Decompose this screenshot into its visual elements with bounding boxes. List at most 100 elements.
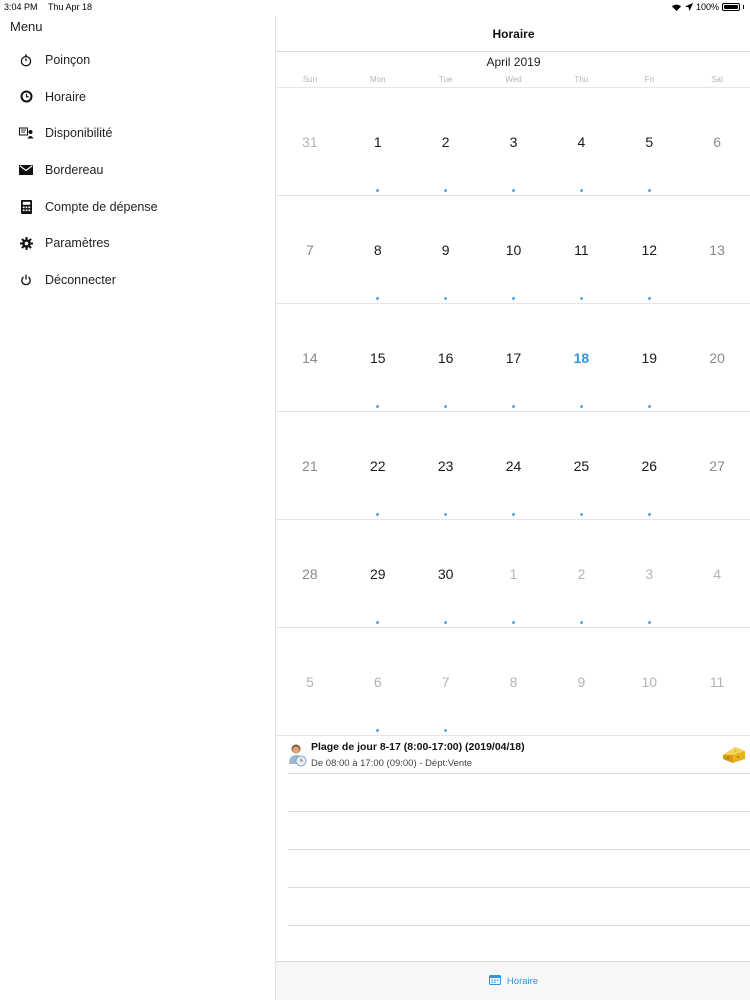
day-number: 9 — [577, 674, 586, 690]
calendar-day[interactable]: 15 — [344, 304, 412, 411]
calendar-day[interactable]: 24 — [480, 412, 548, 519]
calendar-day[interactable]: 11 — [547, 196, 615, 303]
calendar-day[interactable]: 13 — [683, 196, 750, 303]
calendar-day[interactable]: 12 — [615, 196, 683, 303]
sidebar-item-horaire[interactable]: Horaire — [0, 79, 275, 116]
event-indicator-dot — [444, 621, 448, 624]
event-indicator-dot — [444, 189, 448, 192]
calendar-day[interactable]: 3 — [480, 88, 548, 195]
day-number: 9 — [441, 242, 450, 258]
calendar-day[interactable]: 11 — [683, 628, 750, 735]
calendar-day[interactable]: 27 — [683, 412, 750, 519]
calendar-day[interactable]: 31 — [276, 88, 344, 195]
calendar-day[interactable]: 16 — [412, 304, 480, 411]
day-number: 1 — [373, 134, 382, 150]
sidebar-item-compte-de-depense[interactable]: Compte de dépense — [0, 188, 275, 225]
sidebar-item-poincon[interactable]: Poinçon — [0, 42, 275, 79]
calendar-day[interactable]: 22 — [344, 412, 412, 519]
calendar-day[interactable]: 25 — [547, 412, 615, 519]
battery-tip — [743, 5, 744, 9]
day-number: 24 — [505, 458, 522, 474]
availability-icon — [18, 125, 34, 141]
calendar-week-row: 5 6 7 8 9 10 11 — [276, 628, 750, 736]
day-number: 2 — [577, 566, 586, 582]
event-indicator-dot — [376, 513, 380, 516]
event-indicator-dot — [647, 405, 651, 408]
event-indicator-dot — [512, 405, 515, 408]
event-indicator-dot — [647, 297, 651, 300]
calendar-day[interactable]: 6 — [344, 628, 412, 735]
calendar-day[interactable]: 10 — [480, 196, 548, 303]
day-number: 4 — [577, 134, 586, 150]
day-number: 3 — [509, 134, 518, 150]
weekday-label: Tue — [438, 75, 453, 84]
calendar-day[interactable]: 18 — [547, 304, 615, 411]
calendar-day[interactable]: 1 — [344, 88, 412, 195]
calendar-day[interactable]: 7 — [412, 628, 480, 735]
event-indicator-dot — [512, 297, 515, 300]
calendar-day[interactable]: 1 — [480, 520, 548, 627]
calendar-day[interactable]: 19 — [615, 304, 683, 411]
calendar-day[interactable]: 10 — [615, 628, 683, 735]
sidebar-item-disponibilite[interactable]: Disponibilité — [0, 115, 275, 152]
calendar-day[interactable]: 9 — [547, 628, 615, 735]
calendar-day[interactable]: 5 — [276, 628, 344, 735]
day-number: 17 — [505, 350, 522, 366]
sidebar-item-deconnecter[interactable]: Déconnecter — [0, 262, 275, 299]
calendar-day[interactable]: 5 — [615, 88, 683, 195]
menu-list: Poinçon Horaire Disponibilité Bordereau … — [0, 42, 275, 298]
day-number: 8 — [509, 674, 518, 690]
main-panel: Horaire April 2019 Sun Mon Tue Wed Thu F… — [275, 16, 750, 1000]
event-indicator-dot — [444, 405, 448, 408]
day-number: 6 — [373, 674, 382, 690]
event-indicator-dot — [647, 621, 651, 624]
empty-list-row — [288, 888, 750, 926]
calculator-icon — [18, 199, 34, 215]
calendar-day[interactable]: 29 — [344, 520, 412, 627]
calendar-day[interactable]: 2 — [547, 520, 615, 627]
location-arrow-icon — [684, 3, 693, 11]
calendar-day[interactable]: 23 — [412, 412, 480, 519]
sidebar-item-bordereau[interactable]: Bordereau — [0, 152, 275, 189]
calendar-day[interactable]: 7 — [276, 196, 344, 303]
day-number: 14 — [302, 350, 318, 366]
month-label: April 2019 — [486, 55, 541, 69]
event-indicator-dot — [579, 513, 583, 516]
calendar-day[interactable]: 9 — [412, 196, 480, 303]
calendar-day[interactable]: 6 — [683, 88, 750, 195]
event-indicator-dot — [444, 513, 448, 516]
calendar-day[interactable]: 26 — [615, 412, 683, 519]
calendar-icon — [488, 972, 501, 990]
tab-horaire[interactable]: Horaire — [488, 972, 539, 990]
day-number: 12 — [641, 242, 658, 258]
calendar-day[interactable]: 20 — [683, 304, 750, 411]
day-number: 18 — [573, 350, 590, 366]
calendar-day[interactable]: 4 — [683, 520, 750, 627]
day-number: 10 — [641, 674, 658, 690]
calendar-day[interactable]: 8 — [480, 628, 548, 735]
calendar-day[interactable]: 30 — [412, 520, 480, 627]
day-number: 8 — [373, 242, 382, 258]
battery-icon — [722, 3, 740, 11]
day-number: 16 — [437, 350, 454, 366]
calendar-day[interactable]: 2 — [412, 88, 480, 195]
event-indicator-dot — [376, 621, 380, 624]
event-item[interactable]: Plage de jour 8-17 (8:00-17:00) (2019/04… — [288, 736, 750, 774]
weekday-header: Sun Mon Tue Wed Thu Fri Sat — [276, 75, 750, 87]
calendar-day[interactable]: 8 — [344, 196, 412, 303]
event-indicator-dot — [376, 729, 380, 732]
tab-label: Horaire — [506, 975, 539, 987]
employee-avatar-icon — [288, 742, 308, 768]
calendar-day[interactable]: 17 — [480, 304, 548, 411]
day-number: 26 — [641, 458, 658, 474]
calendar-day[interactable]: 3 — [615, 520, 683, 627]
event-indicator-dot — [579, 621, 583, 624]
sidebar-item-parametres[interactable]: Paramètres — [0, 225, 275, 262]
sidebar-item-label: Bordereau — [45, 163, 104, 178]
event-indicator-dot — [512, 513, 515, 516]
calendar-day[interactable]: 14 — [276, 304, 344, 411]
calendar-day[interactable]: 4 — [547, 88, 615, 195]
calendar-day[interactable]: 28 — [276, 520, 344, 627]
calendar-week-row: 28 29 30 1 2 3 4 — [276, 520, 750, 628]
calendar-day[interactable]: 21 — [276, 412, 344, 519]
